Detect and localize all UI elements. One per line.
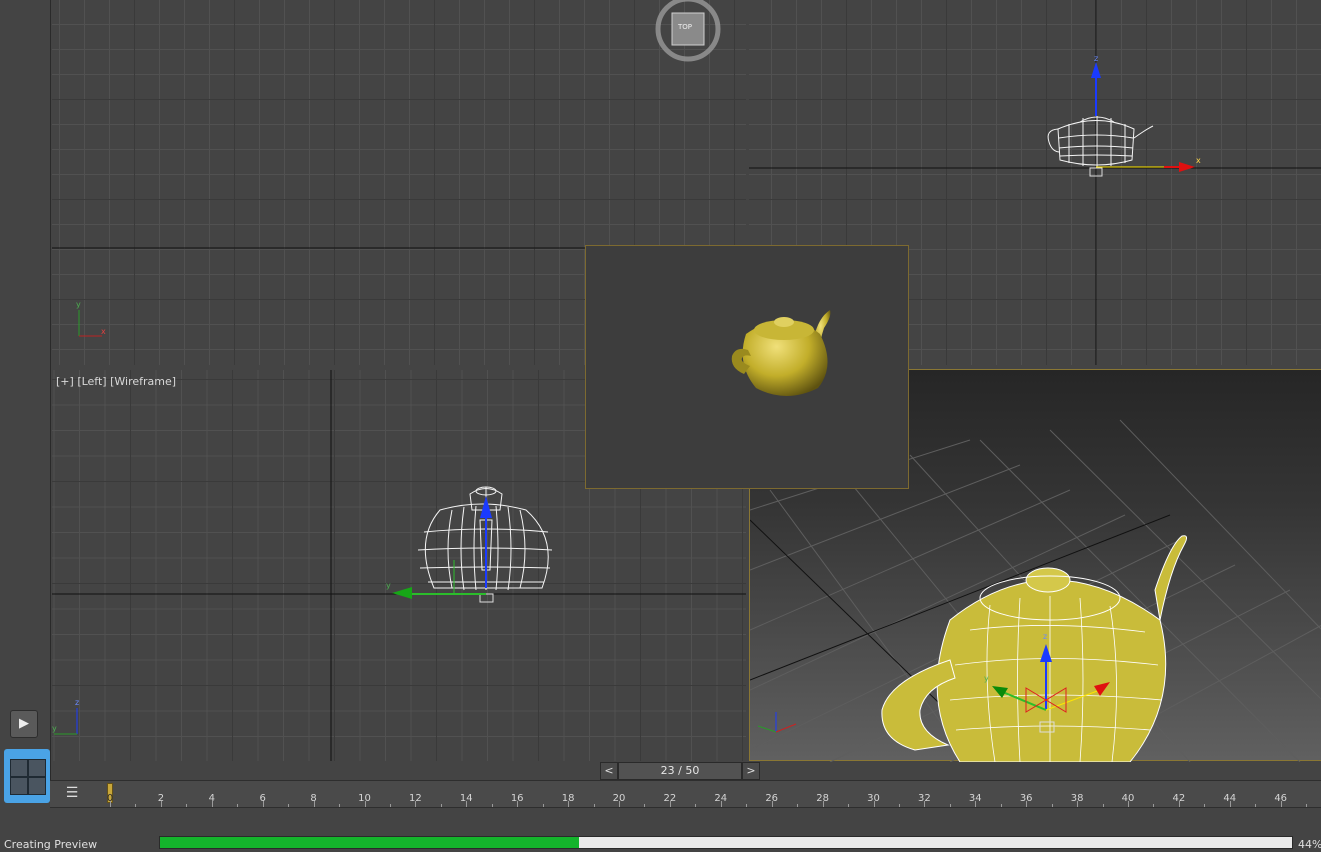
timeline-frame-label: 24 [714,793,728,804]
timeline-tick [542,804,544,807]
timeline-tick [237,804,239,807]
timeline-tick [593,804,595,807]
axis-label-x: x [101,327,106,336]
axis-gizmo-persp [757,712,797,733]
layout-grid-icon [10,777,28,795]
viewport-layout-button[interactable] [4,749,50,803]
timeline-tick [949,804,951,807]
viewport-menu-shading[interactable]: [Wireframe] [110,375,176,388]
status-text: Creating Preview [4,838,98,851]
frame-next-button[interactable]: > [742,762,760,780]
timeline-frame-label: 42 [1172,793,1186,804]
axis-label-y: y [984,674,989,683]
timeline-frame-label: 38 [1070,793,1084,804]
timeline-tick [389,804,391,807]
timeline-frame-label: 8 [310,793,317,804]
play-button[interactable]: ▶ [10,710,38,738]
left-toolbar-strip [0,0,51,780]
timeline-frame-label: 10 [358,793,371,804]
timeline-tick [1204,804,1206,807]
timeline-tick [339,804,341,807]
preview-progress-bar [159,836,1293,849]
timeline-tick [848,804,850,807]
viewport-label-left[interactable]: [+] [Left] [Wireframe] [56,375,176,388]
timeline-frame-label: 22 [663,793,677,804]
timeline-tick [1051,804,1053,807]
timeline-tick [1102,804,1104,807]
timeline-tick [746,804,748,807]
axis-label-z: z [1094,54,1099,63]
frame-slider[interactable]: < 23 / 50 > [600,762,760,780]
timeline-frame-label: 0 [106,793,114,804]
timeline-frame-label: 14 [459,793,473,804]
timeline-frame-label: 36 [1019,793,1033,804]
timeline-frame-label: 30 [867,793,880,804]
axis-gizmo-left [54,708,78,735]
timeline-frame-label: 28 [816,793,829,804]
axis-gizmo-top [78,310,102,337]
timeline-frame-label: 44 [1223,793,1237,804]
timeline-frame-label: 20 [612,793,626,804]
timeline[interactable]: ☰ 2 4 6 8 10 12 14 16 18 20 22 24 26 28 30 32 34 36 38 40 42… [50,780,1321,808]
layout-grid-icon [28,777,46,795]
timeline-tick [491,804,493,807]
timeline-frame-label: 32 [918,793,931,804]
layout-grid-icon [28,759,46,777]
viewcube-label: TOP [678,23,693,31]
timeline-tick [440,804,442,807]
axis-label-x: x [1196,156,1201,165]
preview-render-frame [731,310,831,396]
timeline-frame-label: 16 [510,793,524,804]
timeline-tick [797,804,799,807]
axis-label-z: z [75,698,80,707]
timeline-tick [695,804,697,807]
viewport-menu-plus[interactable]: [+] [56,375,74,388]
timeline-tick [644,804,646,807]
preview-window[interactable] [585,245,909,489]
timeline-frame-label: 6 [259,793,266,804]
timeline-tick [1000,804,1002,807]
timeline-frame-label: 40 [1121,793,1135,804]
teapot-shaded-selected[interactable] [881,535,1188,762]
timeline-tick [135,804,137,807]
timeline-frame-label: 18 [561,793,575,804]
axis-label-y: y [76,300,81,309]
timeline-frame-label: 34 [968,793,982,804]
timeline-tick [898,804,900,807]
timeline-tick [1153,804,1155,807]
viewport-menu-view[interactable]: [Left] [77,375,106,388]
timeline-tick [186,804,188,807]
timeline-frame-label: 4 [208,793,215,804]
progress-fill [160,837,579,848]
teapot-render [731,310,831,396]
axis-label-y: y [52,724,57,733]
layout-grid-icon [10,759,28,777]
timeline-frame-label: 26 [765,793,779,804]
axis-label-y: y [386,581,391,590]
frame-slider-thumb[interactable]: 23 / 50 [618,762,742,780]
play-icon: ▶ [19,716,29,731]
frame-prev-button[interactable]: < [600,762,618,780]
timeline-tick [1306,804,1308,807]
timeline-frame-label: 46 [1274,793,1288,804]
timeline-config-icon[interactable]: ☰ [58,785,86,803]
timeline-frame-label: 12 [409,793,422,804]
timeline-tick [288,804,290,807]
timeline-ticks: 2 4 6 8 10 12 14 16 18 20 22 24 26 28 30 32 34 36 38 40 42 44… [106,781,1321,807]
timeline-tick [1255,804,1257,807]
axis-label-z: z [1043,632,1048,641]
teapot-wireframe-front[interactable] [1047,116,1154,167]
timeline-frame-label: 2 [157,793,165,804]
progress-percent: 44% [1298,838,1321,851]
